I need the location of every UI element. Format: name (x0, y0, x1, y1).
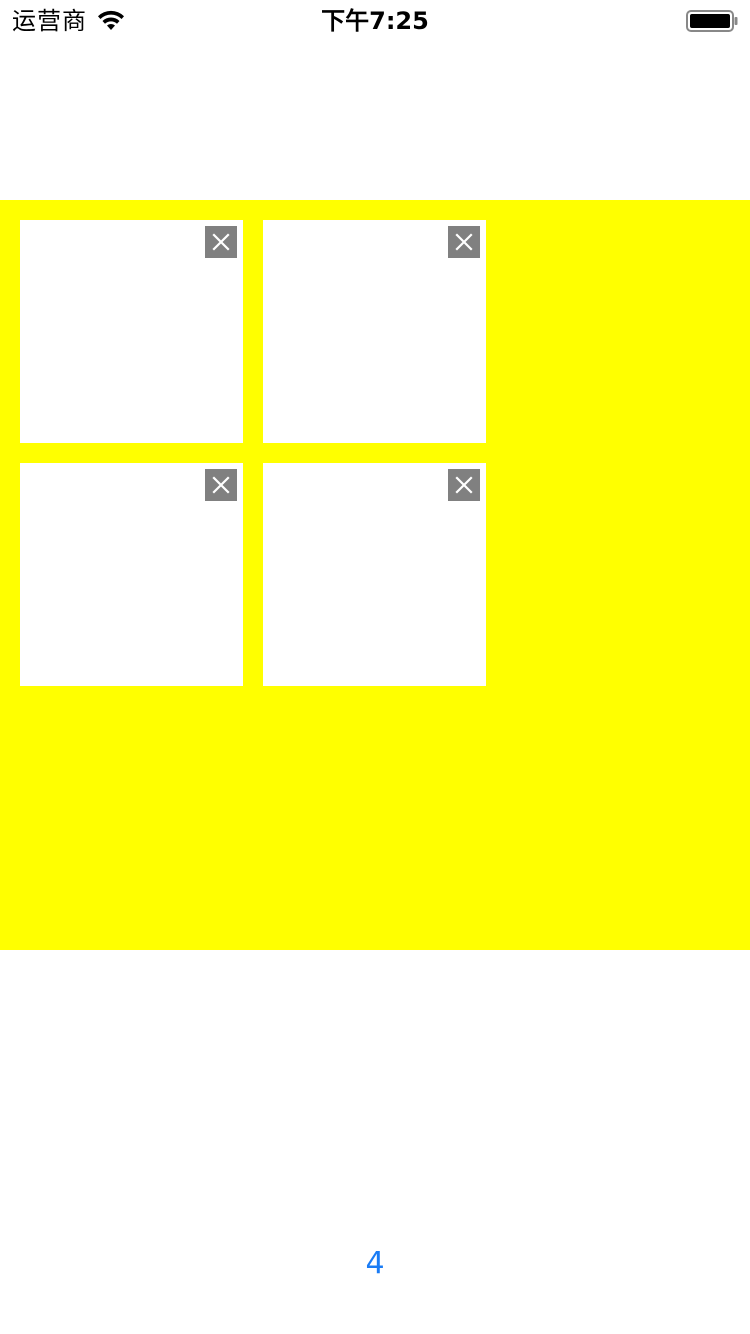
remove-photo-button[interactable] (205, 226, 237, 258)
status-bar: 运营商 下午7:25 (0, 0, 750, 40)
remove-photo-button[interactable] (448, 226, 480, 258)
close-icon (455, 476, 473, 494)
photo-tile[interactable] (263, 463, 486, 686)
close-icon (212, 476, 230, 494)
close-icon (212, 233, 230, 251)
remove-photo-button[interactable] (205, 469, 237, 501)
battery-icon (686, 10, 738, 32)
photo-grid (0, 200, 750, 950)
remove-photo-button[interactable] (448, 469, 480, 501)
photo-tile[interactable] (20, 220, 243, 443)
photo-tile[interactable] (20, 463, 243, 686)
status-time: 下午7:25 (321, 7, 429, 35)
photo-count-label[interactable]: 4 (0, 1244, 750, 1284)
photo-tile[interactable] (263, 220, 486, 443)
screen: 运营商 下午7:25 4 (0, 0, 750, 1334)
close-icon (455, 233, 473, 251)
